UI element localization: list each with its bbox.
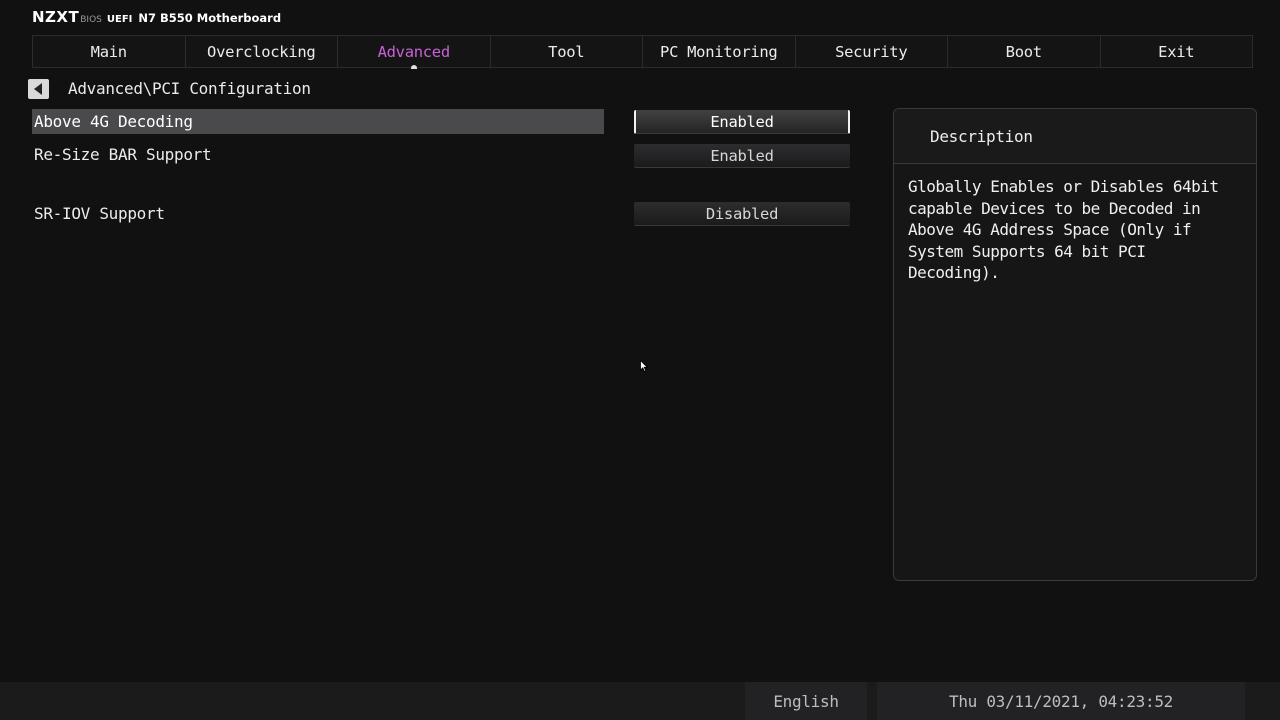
status-bar: English Thu 03/11/2021, 04:23:52	[0, 682, 1280, 720]
bios-label: BIOS	[80, 15, 102, 25]
setting-resize-bar-support[interactable]: Re-Size BAR Support	[32, 142, 604, 167]
description-title: Description	[894, 109, 1256, 164]
above-4g-decoding-value[interactable]: Enabled	[634, 110, 850, 134]
uefi-label: UEFI	[106, 14, 133, 25]
system-datetime: Thu 03/11/2021, 04:23:52	[877, 682, 1245, 720]
tab-tool[interactable]: Tool	[491, 36, 643, 67]
tab-security[interactable]: Security	[796, 36, 948, 67]
setting-sr-iov-support[interactable]: SR-IOV Support	[32, 201, 604, 226]
sr-iov-support-value[interactable]: Disabled	[634, 202, 850, 226]
description-text: Globally Enables or Disables 64bit capab…	[908, 177, 1219, 282]
mouse-pointer-icon	[640, 360, 648, 372]
description-panel: Description Globally Enables or Disables…	[893, 108, 1257, 581]
nzxt-logo: NZXT	[32, 8, 80, 26]
motherboard-model: N7 B550 Motherboard	[138, 11, 282, 25]
tab-pc-monitoring[interactable]: PC Monitoring	[643, 36, 796, 67]
language-selector[interactable]: English	[745, 682, 867, 720]
setting-above-4g-decoding[interactable]: Above 4G Decoding	[32, 109, 604, 134]
setting-label: Re-Size BAR Support	[34, 145, 212, 164]
back-arrow-icon	[33, 83, 42, 95]
main-tab-bar: Main Overclocking Advanced Tool PC Monit…	[32, 35, 1253, 69]
tab-main[interactable]: Main	[33, 36, 186, 67]
back-button[interactable]	[28, 79, 49, 99]
setting-label: SR-IOV Support	[34, 204, 165, 223]
setting-label: Above 4G Decoding	[34, 112, 193, 131]
brand-header: NZXT BIOS UEFI N7 B550 Motherboard	[32, 8, 281, 28]
tab-boot[interactable]: Boot	[948, 36, 1101, 67]
breadcrumb: Advanced\PCI Configuration	[68, 79, 311, 98]
tab-overclocking[interactable]: Overclocking	[186, 36, 338, 67]
tab-exit[interactable]: Exit	[1101, 36, 1253, 67]
resize-bar-support-value[interactable]: Enabled	[634, 144, 850, 168]
tab-advanced[interactable]: Advanced	[338, 36, 491, 69]
